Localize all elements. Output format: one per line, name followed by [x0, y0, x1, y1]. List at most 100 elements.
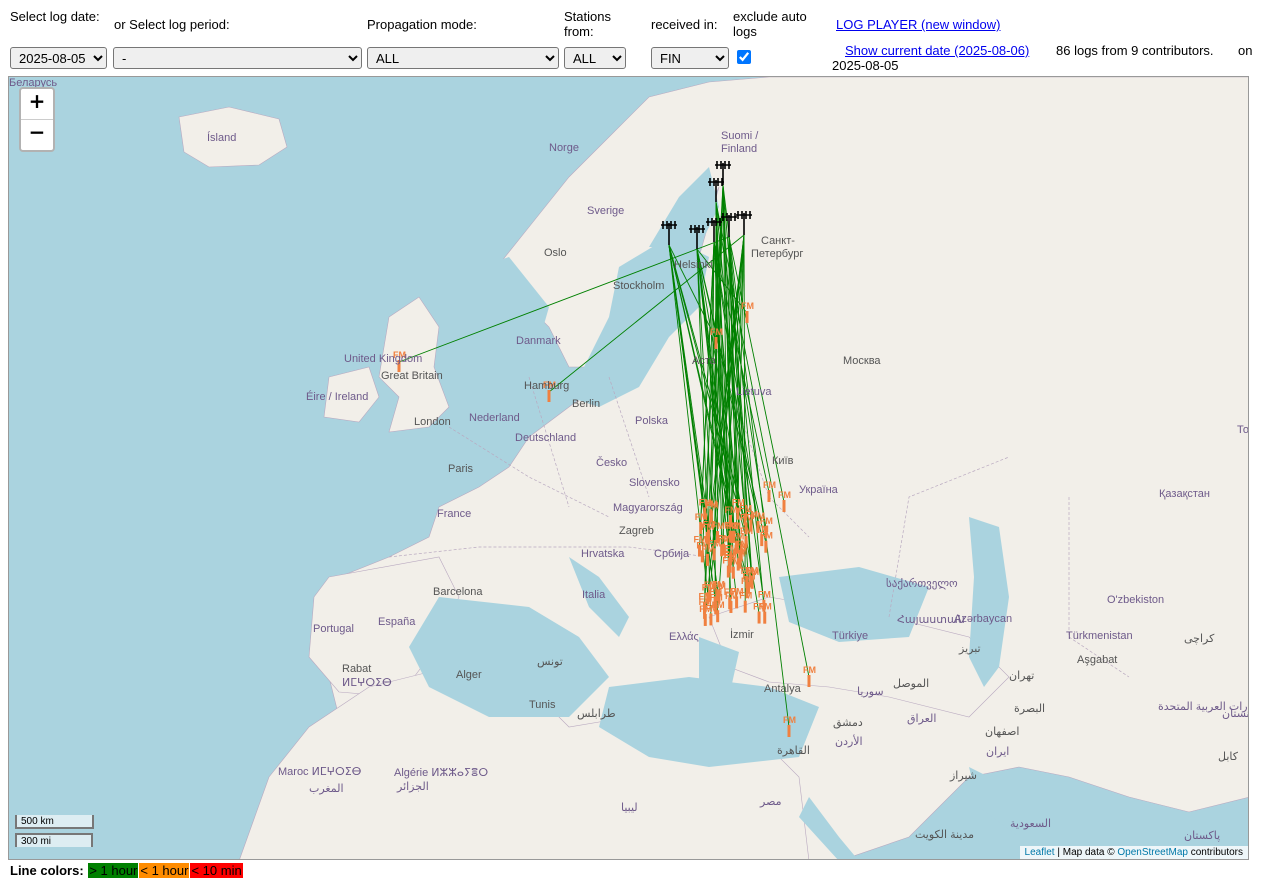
svg-text:FM: FM — [778, 490, 791, 500]
show-current-date-link[interactable]: Show current date (2025-08-06) — [845, 43, 1029, 58]
map-label: Deutschland — [515, 432, 577, 444]
map-label: Aşgabat — [1077, 654, 1118, 666]
map-container[interactable]: FM FM FM FM FM FM FM FM FM FM FM FM FM FM FM FM FM FM FM FM… — [8, 76, 1249, 860]
svg-text:FM: FM — [752, 511, 765, 521]
svg-text:FM: FM — [783, 715, 796, 725]
map-label: سوريا — [857, 686, 884, 698]
legend-title: Line colors: — [10, 863, 84, 878]
map-label: تونس — [537, 656, 563, 668]
line-colors-legend: Line colors: > 1 hour < 1 hour < 10 min — [10, 863, 243, 878]
exclude-auto-checkbox[interactable] — [737, 50, 751, 64]
map-label: Algérie ⵍⵣⵣⴰⵢⴻⵔ — [394, 767, 489, 779]
svg-text:FM: FM — [734, 547, 747, 557]
zoom-in-button[interactable]: + — [21, 89, 53, 120]
map-label: دمشق — [833, 717, 863, 729]
map-label: المغرب — [309, 783, 344, 795]
log-period-label: or Select log period: — [114, 17, 230, 32]
stations-select[interactable]: ALL — [564, 47, 626, 69]
map-label: تبریز — [959, 643, 981, 655]
propagation-label: Propagation mode: — [367, 17, 477, 32]
legend-red: < 10 min — [190, 863, 243, 878]
map-label: Sverige — [587, 205, 625, 217]
scale-km: 500 km — [15, 815, 94, 829]
map-label: Hamburg — [524, 380, 570, 392]
map-label: Barcelona — [433, 586, 483, 598]
summary-text: 86 logs from 9 contributors. — [1056, 43, 1214, 58]
map-label: Danmark — [516, 335, 561, 347]
log-player-link[interactable]: LOG PLAYER (new window) — [836, 17, 1001, 32]
propagation-select[interactable]: ALL — [367, 47, 559, 69]
map-label: Türkmenistan — [1066, 630, 1133, 642]
map-label: Oslo — [544, 247, 567, 259]
map-label: Antalya — [764, 683, 801, 695]
svg-text:FM: FM — [693, 535, 706, 545]
log-date-select[interactable]: 2025-08-05 — [10, 47, 107, 69]
map-label: London — [414, 416, 451, 428]
svg-text:FM: FM — [742, 572, 755, 582]
svg-text:FM: FM — [741, 301, 754, 311]
map-label: Alger — [456, 669, 482, 681]
map-label: Ísland — [207, 132, 237, 144]
leaflet-link[interactable]: Leaflet — [1025, 847, 1055, 858]
map-label: ایران — [986, 746, 1010, 758]
map-label: Polska — [635, 415, 669, 427]
map-label: اصفهان — [985, 726, 1020, 738]
map-label: ليبيا — [621, 802, 638, 814]
received-label: received in: — [651, 17, 718, 32]
map-label: Stockholm — [613, 280, 665, 292]
map-label: Україна — [799, 484, 838, 496]
osm-link[interactable]: OpenStreetMap — [1117, 847, 1188, 858]
log-period-select[interactable]: - — [113, 47, 362, 69]
legend-orange: < 1 hour — [139, 863, 190, 878]
map-label: السعودية — [1010, 818, 1052, 830]
map-label: القاهرة — [777, 745, 810, 757]
svg-text:FM: FM — [758, 590, 771, 600]
map-label: Helsinki — [674, 259, 713, 271]
zoom-out-button[interactable]: − — [21, 120, 53, 150]
map-label: تهران — [1009, 670, 1035, 682]
map-label: Great Britain — [381, 370, 443, 382]
map-label: Москва — [843, 355, 881, 367]
map-canvas: FMFMFMFMFMFMFMFMFMFMFMFMFMFMFMFMFMFMFMFM… — [178, 77, 1248, 859]
map-label: Berlin — [572, 398, 601, 410]
map-label: Azərbaycan — [954, 613, 1013, 625]
svg-text:FM: FM — [708, 538, 721, 548]
map-label: O'zbekiston — [1107, 594, 1165, 606]
map-label: Portugal — [313, 623, 354, 635]
map-label: Magyarország — [613, 502, 683, 514]
map-label: افغانستان — [1222, 708, 1249, 720]
svg-text:FM: FM — [803, 665, 816, 675]
map-label: Finland — [721, 143, 758, 155]
map-label: Србија — [654, 548, 690, 560]
map-label: العراق — [907, 713, 937, 725]
map-label: Maroc ⵍⵎⵖⵔⵉⴱ — [278, 766, 362, 778]
svg-text:FM: FM — [763, 480, 776, 490]
map-label: Точикис — [1237, 424, 1249, 436]
svg-text:FM: FM — [699, 497, 712, 507]
map-label: Қазақстан — [1159, 488, 1210, 500]
received-select[interactable]: FIN — [651, 47, 729, 69]
map-label: Éire / Ireland — [306, 391, 369, 403]
log-date-label: Select log date: — [10, 9, 100, 24]
map-label: Italia — [582, 589, 606, 601]
map-label: شیراز — [950, 770, 977, 782]
map-attribution: Leaflet | Map data © OpenStreetMap contr… — [1019, 846, 1248, 859]
map-label: Türkiye — [832, 630, 869, 642]
stations-label: Stations from: — [564, 9, 611, 39]
map-label: الأردن — [835, 736, 863, 748]
map-label: کابل — [1218, 751, 1238, 763]
map-label: İzmir — [730, 629, 754, 641]
map-label: طرابلس — [577, 708, 616, 720]
map-label: Norge — [549, 142, 579, 154]
attribution-end: contributors — [1187, 847, 1243, 858]
map-label: مصر — [760, 796, 782, 808]
svg-text:FM: FM — [710, 327, 723, 337]
svg-text:FM: FM — [711, 521, 724, 531]
map-label: Slovensko — [629, 477, 680, 489]
svg-text:FM: FM — [709, 586, 722, 596]
map-label: Suomi / — [721, 130, 759, 142]
map-label: Česko — [596, 457, 628, 469]
zoom-control: + − — [19, 87, 55, 152]
map-label: مدينة الكويت — [915, 829, 975, 841]
map-label: Paris — [448, 463, 474, 475]
